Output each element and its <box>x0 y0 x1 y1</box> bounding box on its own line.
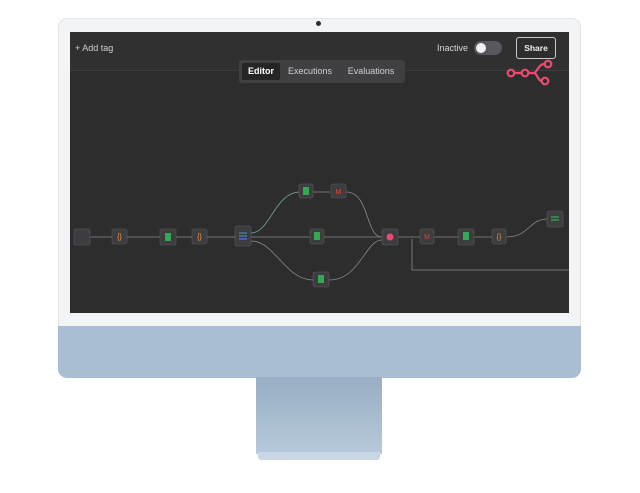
gmail-node[interactable] <box>312 271 330 288</box>
svg-text:M: M <box>336 189 342 196</box>
workflow-canvas[interactable]: {} {} M M {} <box>70 32 569 313</box>
svg-text:{}: {} <box>117 234 122 241</box>
gmail-node[interactable] <box>159 228 177 246</box>
gmail-node[interactable] <box>309 228 325 245</box>
gmail-node[interactable]: M <box>330 183 347 199</box>
code-node[interactable]: {} <box>491 228 507 245</box>
monitor-stand <box>256 377 382 454</box>
webcam <box>316 21 321 26</box>
code-node[interactable]: {} <box>191 228 208 245</box>
switch-node[interactable] <box>234 225 252 247</box>
monitor-chin <box>58 326 581 378</box>
svg-text:M: M <box>424 234 430 241</box>
gmail-node[interactable] <box>457 228 475 246</box>
gmail-node[interactable]: M <box>419 228 435 245</box>
svg-text:{}: {} <box>497 234 502 241</box>
app-screen: + Add tag Inactive Share Editor Executio… <box>70 32 569 313</box>
gmail-node[interactable] <box>298 183 314 199</box>
code-node[interactable]: {} <box>111 228 128 245</box>
merge-node[interactable] <box>381 228 399 246</box>
trigger-node[interactable] <box>73 228 91 246</box>
svg-text:{}: {} <box>197 234 202 241</box>
output-node[interactable] <box>546 210 564 228</box>
monitor-foot <box>258 452 380 460</box>
